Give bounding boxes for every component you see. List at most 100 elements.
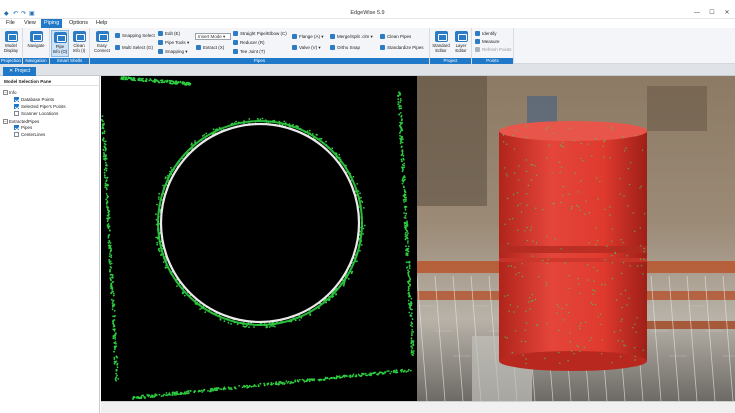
tree-item-label: Selected Pipe's Points: [21, 104, 66, 109]
standardize-pipes-button[interactable]: Standardize Pipes: [380, 44, 424, 51]
tee-joint-button[interactable]: Tee Joint (T): [233, 48, 265, 55]
group-project: Standard Editor Layer Editor Project: [430, 28, 472, 64]
pipe-info-label: Pipe Info (O): [52, 44, 68, 54]
pipe-info-icon: [53, 32, 67, 43]
flange-icon: [292, 34, 297, 39]
pipe-info-button[interactable]: Pipe Info (O): [51, 30, 69, 57]
multi-select-button[interactable]: Multi Select (G): [115, 44, 153, 51]
pane-title: Model Selection Pane: [0, 78, 100, 86]
maximize-button[interactable]: ☐: [705, 9, 719, 18]
ortho-snap-icon: [330, 45, 335, 50]
collapse-toggle-icon[interactable]: −: [3, 119, 8, 124]
standard-editor-label: Standard Editor: [432, 43, 450, 53]
clean-info-button[interactable]: Clean Info (I): [70, 30, 88, 57]
pipe-tools-icon: [158, 40, 163, 45]
refresh-points-button[interactable]: Refresh Points: [475, 46, 512, 53]
clean-pipes-button[interactable]: Clean Pipes: [380, 33, 411, 40]
standardize-icon: [380, 45, 385, 50]
extract-icon: [196, 45, 201, 50]
cross-section-viewport[interactable]: [101, 76, 417, 401]
flange-button[interactable]: Flange (A) ▾: [292, 33, 324, 40]
merge-split-button[interactable]: Merge/Split .clm ▾: [330, 33, 373, 40]
tree-item-label: Pipes: [21, 125, 33, 130]
menu-help[interactable]: Help: [93, 19, 110, 28]
model-display-icon: [4, 31, 18, 42]
edit-button[interactable]: Edit (E): [158, 30, 180, 37]
tree-item-checkbox[interactable]: [14, 97, 19, 102]
extract-button[interactable]: Extract (X): [196, 44, 224, 51]
identify-icon: [475, 31, 480, 36]
identify-button[interactable]: Identify: [475, 30, 497, 37]
layer-editor-icon: [454, 31, 468, 42]
ortho-snap-button[interactable]: Ortho Snap: [330, 44, 360, 51]
tree-item-label: Database Points: [21, 97, 55, 102]
menu-piping[interactable]: Piping: [41, 19, 63, 28]
extracted-pipe: [499, 121, 647, 371]
tree-item[interactable]: Selected Pipe's Points: [14, 104, 66, 110]
clean-info-icon: [72, 31, 86, 42]
tree-item[interactable]: Database Points: [14, 97, 54, 103]
ribbon: Model Display Projection Navigate Naviga…: [0, 28, 735, 64]
collapse-toggle-icon[interactable]: −: [3, 90, 8, 95]
model-selection-pane: Model Selection Pane − Info Database Point…: [0, 76, 100, 413]
valve-icon: [292, 45, 297, 50]
reducer-button[interactable]: Reducer (R): [233, 39, 265, 46]
group-navigation: Navigate Navigation: [23, 28, 50, 64]
valve-button[interactable]: Valve (V) ▾: [292, 44, 321, 51]
tee-joint-icon: [233, 49, 238, 54]
insert-mode-dropdown[interactable]: Insert Mode ▾: [195, 33, 231, 40]
tree-item-checkbox[interactable]: [14, 125, 19, 130]
reducer-icon: [233, 40, 238, 45]
easy-connect-button[interactable]: Easy Connect: [92, 30, 112, 57]
tree-item[interactable]: − Info: [3, 90, 17, 96]
tree-item-label: ExtractedPipes: [9, 119, 40, 124]
minimize-button[interactable]: —: [690, 9, 704, 18]
pipe-tools-button[interactable]: Pipe Tools ▾: [158, 39, 189, 46]
group-points: Identify Measure Refresh Points Points: [472, 28, 514, 64]
group-projection: Model Display Projection: [0, 28, 23, 64]
layer-editor-button[interactable]: Layer Editor: [451, 30, 471, 57]
tree-item-checkbox[interactable]: [14, 132, 19, 137]
straight-pipe-elbow-button[interactable]: Straight Pipe/Elbow (C): [233, 30, 287, 37]
snapping-icon: [158, 49, 163, 54]
tree-item-label: Info: [9, 90, 17, 95]
refresh-icon: [475, 47, 480, 52]
clean-pipes-icon: [380, 34, 385, 39]
snapping-select-button[interactable]: Snapping Select: [115, 32, 155, 39]
tree-item-checkbox[interactable]: [14, 111, 19, 116]
document-tab-strip: ✕ Project: [0, 64, 735, 76]
app-window: ◆ ↶ ↷ ▣ EdgeWise 5.9 — ☐ ✕ File View Pip…: [0, 0, 735, 413]
pipe-elbow-icon: [233, 31, 238, 36]
standard-editor-button[interactable]: Standard Editor: [431, 30, 451, 57]
navigate-icon: [29, 31, 43, 42]
select-icon: [115, 33, 120, 38]
snapping-button[interactable]: Snapping ▾: [158, 48, 188, 55]
navigate-button[interactable]: Navigate: [26, 30, 46, 57]
tree-item[interactable]: Scanner Locations: [14, 111, 58, 117]
measure-icon: [475, 39, 480, 44]
menu-file[interactable]: File: [3, 19, 18, 28]
menu-options[interactable]: Options: [66, 19, 91, 28]
navigate-label: Navigate: [27, 43, 45, 48]
tree-item-checkbox[interactable]: [14, 104, 19, 109]
layer-editor-label: Layer Editor: [455, 43, 467, 53]
title-bar: ◆ ↶ ↷ ▣ EdgeWise 5.9 — ☐ ✕: [0, 8, 735, 19]
group-pipes: Easy Connect Snapping Select Multi Selec…: [90, 28, 430, 64]
tab-project[interactable]: ✕ Project: [3, 67, 37, 76]
clean-info-label: Clean Info (I): [72, 43, 86, 53]
measure-button[interactable]: Measure: [475, 38, 500, 45]
window-title: EdgeWise 5.9: [350, 10, 385, 16]
close-button[interactable]: ✕: [720, 9, 734, 18]
easy-connect-icon: [95, 31, 109, 42]
point-cloud-canvas: [417, 76, 735, 401]
menu-bar: File View Piping Options Help: [0, 19, 735, 28]
standard-editor-icon: [434, 31, 448, 42]
tree-item[interactable]: Pipes: [14, 125, 32, 131]
tree-item[interactable]: CenterLines: [14, 132, 45, 138]
point-cloud-viewport[interactable]: [417, 76, 735, 401]
menu-view[interactable]: View: [21, 19, 39, 28]
easy-connect-label: Easy Connect: [93, 43, 110, 53]
model-display-button[interactable]: Model Display: [1, 30, 21, 57]
group-smart-shells: Pipe Info (O) Clean Info (I) Smart Shell…: [50, 28, 90, 64]
multi-select-icon: [115, 45, 120, 50]
